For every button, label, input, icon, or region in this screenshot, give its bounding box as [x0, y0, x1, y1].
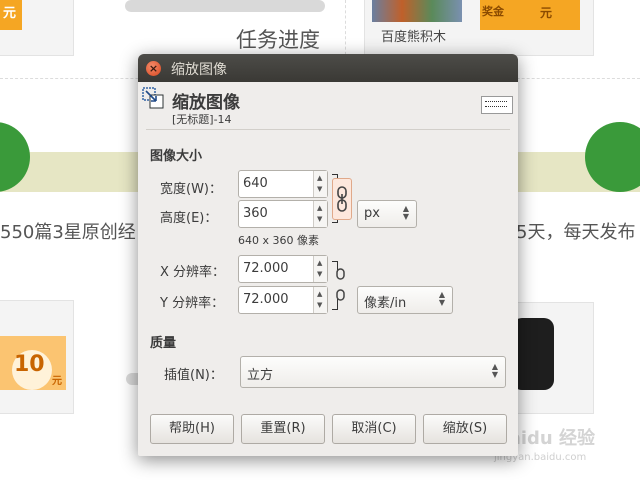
y-resolution-spinbox[interactable]: 72.000 ▲ ▼	[238, 286, 328, 314]
y-resolution-value[interactable]: 72.000	[243, 292, 289, 307]
chevron-updown-icon: ▲ ▼	[438, 290, 445, 307]
close-icon[interactable]: ×	[146, 61, 161, 76]
phone-image	[512, 318, 554, 390]
dialog-header: 缩放图像 [无标题]-14	[138, 82, 518, 128]
y-resolution-label: Y 分辨率：	[160, 296, 225, 311]
width-label: 宽度(W)：	[160, 182, 222, 197]
reset-button[interactable]: 重置(R)	[241, 414, 325, 444]
height-value[interactable]: 360	[243, 206, 268, 221]
reward-tag: 元	[0, 0, 22, 30]
task-progress-heading: 任务进度	[236, 28, 320, 52]
pixel-size-hint: 640 x 360 像素	[238, 234, 319, 247]
interpolation-select[interactable]: 立方 ▲ ▼	[240, 356, 506, 388]
x-resolution-spinbox[interactable]: 72.000 ▲ ▼	[238, 255, 328, 283]
resolution-unit-select[interactable]: 像素/in ▲ ▼	[357, 286, 453, 314]
width-spinbox[interactable]: 640 ▲ ▼	[238, 170, 328, 198]
image-thumbnail	[481, 96, 513, 114]
article-text: 5天，每天发布	[516, 222, 636, 243]
chain-broken-icon[interactable]	[335, 267, 347, 303]
dialog-titlebar[interactable]: × 缩放图像	[138, 54, 518, 82]
height-spinbox[interactable]: 360 ▲ ▼	[238, 200, 328, 228]
image-name: [无标题]-14	[172, 113, 232, 126]
scale-image-dialog: × 缩放图像 缩放图像 [无标题]-14 图像大小 宽度(W)： 640 ▲ ▼ …	[138, 54, 518, 456]
height-label: 高度(E)：	[160, 211, 218, 226]
x-resolution-label: X 分辨率：	[160, 265, 226, 280]
scale-button[interactable]: 缩放(S)	[423, 414, 507, 444]
chevron-updown-icon: ▲ ▼	[491, 362, 498, 379]
width-stepper[interactable]: ▲ ▼	[313, 171, 327, 197]
interpolation-label: 插值(N)：	[164, 368, 223, 383]
unit-select[interactable]: px ▲ ▼	[357, 200, 417, 228]
height-stepper[interactable]: ▲ ▼	[313, 201, 327, 227]
window-title: 缩放图像	[171, 62, 227, 78]
divider	[345, 0, 346, 60]
toy-label: 百度熊积木	[381, 30, 447, 45]
separator	[146, 129, 510, 130]
cancel-button[interactable]: 取消(C)	[332, 414, 416, 444]
dialog-header-title: 缩放图像	[172, 93, 240, 113]
scale-image-icon	[142, 87, 164, 109]
x-resolution-stepper[interactable]: ▲ ▼	[313, 256, 327, 282]
x-resolution-value[interactable]: 72.000	[243, 261, 289, 276]
bonus-tag: 奖金 元	[480, 0, 580, 30]
width-value[interactable]: 640	[243, 176, 268, 191]
chevron-updown-icon: ▲ ▼	[402, 204, 409, 221]
quality-section-title: 质量	[150, 336, 177, 351]
article-text: 550篇3星原创经	[0, 222, 136, 243]
chain-link-icon[interactable]	[332, 178, 352, 220]
reward-tag: 10 元	[0, 336, 66, 390]
toy-image	[372, 0, 462, 22]
help-button[interactable]: 帮助(H)	[150, 414, 234, 444]
y-resolution-stepper[interactable]: ▲ ▼	[313, 287, 327, 313]
image-size-section-title: 图像大小	[150, 149, 203, 164]
background-search-bar	[125, 0, 325, 12]
